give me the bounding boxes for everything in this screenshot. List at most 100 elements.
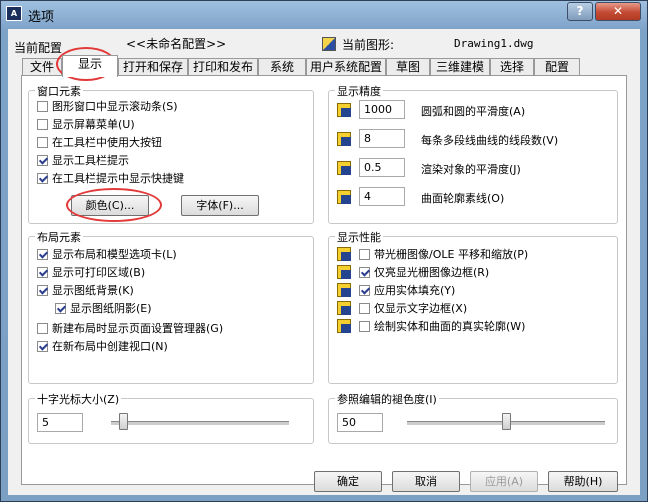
checkbox-box[interactable] [37,341,48,352]
xref-fade-title: 参照编辑的褪色度(I) [335,391,439,407]
checkbox-label: 在新布局中创建视口(N) [52,340,168,353]
checkbox-show-scroll-bars[interactable]: 图形窗口中显示滚动条(S) [37,100,178,114]
crosshair-size-slider-track[interactable] [111,421,289,426]
checkbox-label: 在工具栏中使用大按钮 [52,136,162,149]
checkbox-page-setup-manager[interactable]: 新建布局时显示页面设置管理器(G) [37,322,223,336]
checkbox-label: 显示布局和模型选项卡(L) [52,248,177,261]
checkbox-large-buttons[interactable]: 在工具栏中使用大按钮 [37,136,162,150]
contour-lines-label: 曲面轮廓素线(O) [421,192,505,205]
checkbox-box[interactable] [37,119,48,130]
checkbox-label: 新建布局时显示页面设置管理器(G) [52,322,224,335]
checkbox-label: 仅亮显光栅图像边框(R) [374,266,490,279]
checkbox-box[interactable] [55,303,66,314]
checkbox-solid-fill[interactable]: 应用实体填充(Y) [359,284,455,298]
tab-open-and-save[interactable]: 打开和保存 [118,58,188,76]
checkbox-box[interactable] [37,137,48,148]
arc-circle-smoothness-label: 圆弧和圆的平滑度(A) [421,105,526,118]
checkbox-label: 显示图纸阴影(E) [70,302,152,315]
layout-elements-title: 布局元素 [35,229,83,245]
checkbox-box[interactable] [37,249,48,260]
drawing-saved-icon [337,301,351,315]
drawing-saved-icon [337,132,351,146]
tab-3d-modeling[interactable]: 三维建模 [430,58,490,76]
checkbox-box[interactable] [37,173,48,184]
checkbox-show-tooltips[interactable]: 显示工具栏提示 [37,154,129,168]
help-button[interactable]: 帮助(H) [548,471,618,492]
checkbox-paper-shadow[interactable]: 显示图纸阴影(E) [55,302,152,316]
drawing-file-icon [322,37,336,51]
checkbox-label: 显示工具栏提示 [52,154,129,167]
display-resolution-group: 显示精度 1000 圆弧和圆的平滑度(A) 8 每条多段线曲线的线段数(V) 0… [328,83,618,224]
checkbox-box[interactable] [37,323,48,334]
checkbox-label: 在工具栏提示中显示快捷键 [52,172,184,185]
checkbox-box[interactable] [359,249,370,260]
checkbox-box[interactable] [359,267,370,278]
cancel-button[interactable]: 取消 [392,471,460,492]
checkbox-show-screen-menu[interactable]: 显示屏幕菜单(U) [37,118,135,132]
checkbox-box[interactable] [37,101,48,112]
contour-lines-input[interactable]: 4 [359,187,405,206]
checkbox-box[interactable] [37,155,48,166]
checkbox-raster-pan-zoom[interactable]: 带光栅图像/OLE 平移和缩放(P) [359,248,528,262]
checkbox-box[interactable] [37,267,48,278]
rendered-smoothness-input[interactable]: 0.5 [359,158,405,177]
drawing-saved-icon [337,190,351,204]
tab-profiles[interactable]: 配置 [534,58,580,76]
drawing-saved-icon [337,265,351,279]
arc-circle-smoothness-input[interactable]: 1000 [359,100,405,119]
checkbox-raster-frame-only[interactable]: 仅亮显光栅图像边框(R) [359,266,489,280]
crosshair-size-input[interactable]: 5 [37,413,83,432]
checkbox-label: 显示可打印区域(B) [52,266,146,279]
current-drawing-label: 当前图形: [342,38,395,52]
display-tab-panel: 窗口元素 图形窗口中显示滚动条(S) 显示屏幕菜单(U) 在工具栏中使用大按钮 … [21,75,627,485]
polyline-segments-label: 每条多段线曲线的线段数(V) [421,134,559,147]
current-profile-label: 当前配置 [14,41,63,55]
tab-user-preferences[interactable]: 用户系统配置 [306,58,386,76]
tab-selection[interactable]: 选择 [490,58,534,76]
crosshair-size-slider-thumb[interactable] [119,413,129,430]
fonts-button[interactable]: 字体(F)... [181,195,259,216]
tab-system[interactable]: 系统 [258,58,306,76]
drawing-saved-icon [337,319,351,333]
checkbox-box[interactable] [359,321,370,332]
current-drawing-value: Drawing1.dwg [454,37,534,50]
help-question-icon: ? [576,4,584,18]
checkbox-create-viewport[interactable]: 在新布局中创建视口(N) [37,340,168,354]
tab-display[interactable]: 显示 [62,55,118,77]
checkbox-shortcut-keys-in-tooltips[interactable]: 在工具栏提示中显示快捷键 [37,172,184,186]
display-performance-title: 显示性能 [335,229,383,245]
checkbox-box[interactable] [359,285,370,296]
help-title-button[interactable]: ? [567,2,593,21]
autocad-app-icon: A [6,6,22,21]
ok-button[interactable]: 确定 [314,471,382,492]
checkbox-label: 绘制实体和曲面的真实轮廓(W) [374,320,526,333]
checkbox-paper-background[interactable]: 显示图纸背景(K) [37,284,134,298]
xref-fade-input[interactable]: 50 [337,413,383,432]
polyline-segments-input[interactable]: 8 [359,129,405,148]
window-elements-title: 窗口元素 [35,83,83,99]
checkbox-label: 带光栅图像/OLE 平移和缩放(P) [374,248,529,261]
checkbox-true-silhouettes[interactable]: 绘制实体和曲面的真实轮廓(W) [359,320,525,334]
crosshair-size-title: 十字光标大小(Z) [35,391,122,407]
xref-fade-slider-thumb[interactable] [501,413,511,430]
tab-drafting[interactable]: 草图 [386,58,430,76]
checkbox-box[interactable] [359,303,370,314]
close-window-button[interactable]: ✕ [595,2,641,21]
dialog-client-area: 当前配置 <<未命名配置>> 当前图形: Drawing1.dwg 文件 显示 … [8,29,640,495]
checkbox-text-boundary-frame[interactable]: 仅显示文字边框(X) [359,302,467,316]
display-performance-group: 显示性能 带光栅图像/OLE 平移和缩放(P) 仅亮显光栅图像边框(R) 应用实… [328,229,618,384]
checkbox-label: 图形窗口中显示滚动条(S) [52,100,178,113]
title-bar[interactable]: A 选项 ? ✕ [1,1,647,27]
checkbox-label: 显示图纸背景(K) [52,284,134,297]
drawing-saved-icon [337,247,351,261]
apply-button[interactable]: 应用(A) [470,471,538,492]
checkbox-box[interactable] [37,285,48,296]
current-profile-value: <<未命名配置>> [126,37,227,51]
drawing-saved-icon [337,161,351,175]
colors-button-highlight-oval [66,188,162,222]
checkbox-printable-area[interactable]: 显示可打印区域(B) [37,266,145,280]
checkbox-layout-model-tabs[interactable]: 显示布局和模型选项卡(L) [37,248,177,262]
xref-fade-group: 参照编辑的褪色度(I) 50 [328,391,618,444]
tab-plot-and-publish[interactable]: 打印和发布 [188,58,258,76]
crosshair-size-group: 十字光标大小(Z) 5 [28,391,314,444]
